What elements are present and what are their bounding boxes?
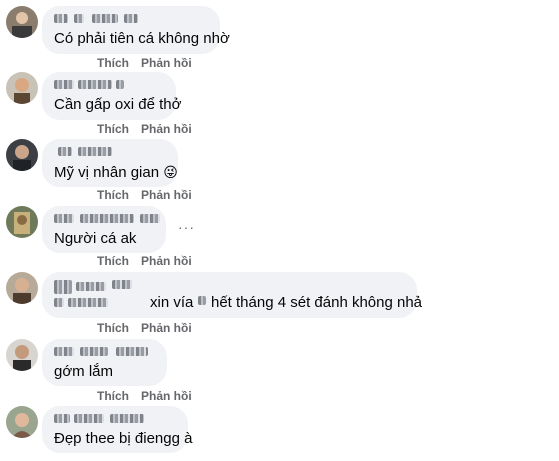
author-name-redacted[interactable]: [54, 12, 208, 26]
reply-button[interactable]: Phản hồi: [141, 253, 192, 269]
winking-tongue-emoji-icon: 😜: [163, 164, 178, 180]
reply-button[interactable]: Phản hồi: [141, 187, 192, 203]
author-name-redacted[interactable]: [54, 345, 155, 359]
comment-text-part: hết tháng 4 sét đánh không nhả: [211, 294, 423, 311]
comment-bubble: Đẹp thee bị điengg à: [42, 406, 193, 453]
comment-bubble: Có phải tiên cá không nhờ: [42, 6, 230, 54]
comment-text-body: Mỹ vị nhân gian: [54, 164, 160, 181]
comment-text: gớm lắm: [54, 363, 114, 380]
comment-text: Người cá ak: [54, 230, 137, 247]
author-name-redacted[interactable]: [54, 212, 160, 226]
author-name-redacted[interactable]: [54, 78, 164, 92]
avatar[interactable]: [6, 139, 38, 171]
comment-bubble: xin vía hết tháng 4 sét đánh không nhả: [42, 272, 422, 318]
author-name-redacted[interactable]: [54, 412, 176, 426]
reply-button[interactable]: Phản hồi: [141, 388, 192, 404]
avatar[interactable]: [6, 206, 38, 238]
comment-text: hết tháng 4 sét đánh không nhả: [211, 294, 422, 312]
comment-bubble: Người cá ak: [42, 206, 166, 253]
comment-bubble: Mỹ vị nhân gian 😜: [42, 139, 178, 187]
comment-text: Mỹ vị nhân gian 😜: [54, 163, 178, 182]
like-button[interactable]: Thích: [97, 55, 129, 71]
comment-bubble: gớm lắm: [42, 339, 167, 386]
comment-text-part: xin vía: [150, 294, 194, 311]
comment-text: Cần gấp oxi để thở: [54, 96, 182, 113]
comment-text: xin vía: [150, 294, 193, 312]
redacted-mention: [198, 296, 206, 305]
comment-bubble: Cần gấp oxi để thở: [42, 72, 182, 120]
avatar[interactable]: [6, 272, 38, 304]
reply-button[interactable]: Phản hồi: [141, 320, 192, 336]
like-button[interactable]: Thích: [97, 121, 129, 137]
more-options-button[interactable]: ···: [178, 219, 195, 235]
author-name-redacted[interactable]: [54, 145, 166, 159]
avatar[interactable]: [6, 406, 38, 438]
avatar[interactable]: [6, 339, 38, 371]
reply-button[interactable]: Phản hồi: [141, 121, 192, 137]
comment-text: Đẹp thee bị điengg à: [54, 430, 193, 447]
avatar[interactable]: [6, 6, 38, 38]
reply-button[interactable]: Phản hồi: [141, 55, 192, 71]
like-button[interactable]: Thích: [97, 388, 129, 404]
comment-text: Có phải tiên cá không nhờ: [54, 30, 230, 47]
avatar[interactable]: [6, 72, 38, 104]
author-name-redacted[interactable]: [54, 280, 134, 310]
like-button[interactable]: Thích: [97, 253, 129, 269]
more-horizontal-icon: ···: [178, 219, 195, 235]
like-button[interactable]: Thích: [97, 187, 129, 203]
like-button[interactable]: Thích: [97, 320, 129, 336]
